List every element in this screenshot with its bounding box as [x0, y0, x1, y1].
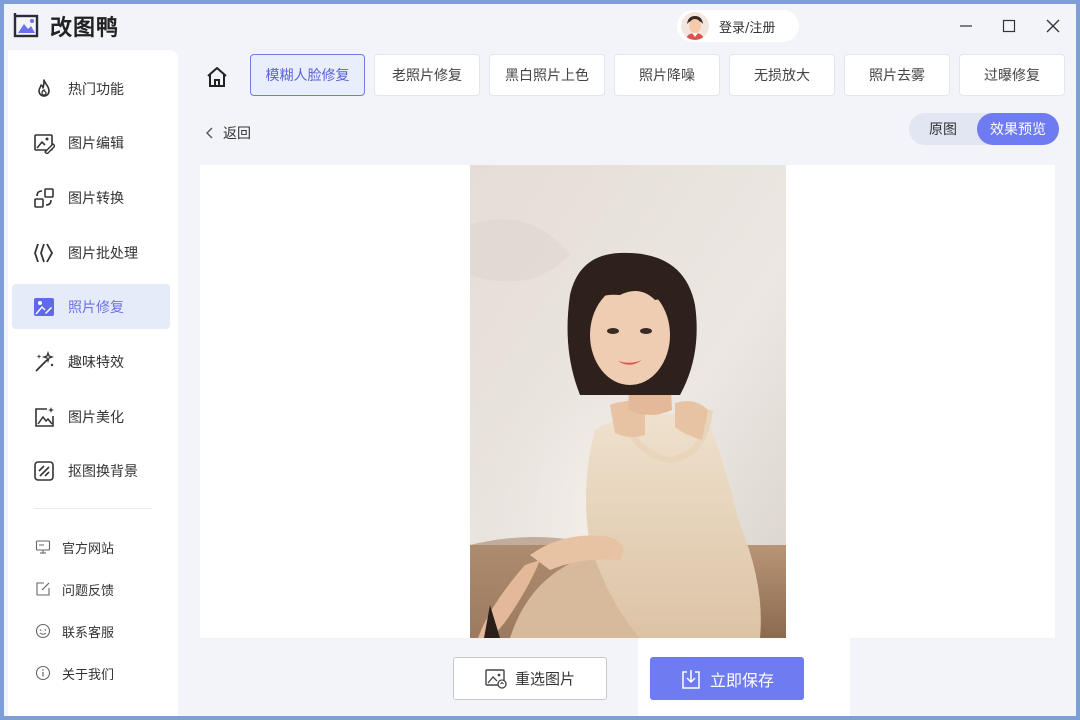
toggle-preview[interactable]: 效果预览	[977, 113, 1059, 145]
view-toggle: 原图 效果预览	[909, 113, 1059, 145]
tab-blurry-face-repair[interactable]: 模糊人脸修复	[250, 54, 365, 96]
user-avatar-icon	[681, 12, 709, 40]
download-icon	[680, 668, 702, 690]
sidebar-item-batch[interactable]: 图片批处理	[12, 230, 170, 275]
preview-canvas	[200, 165, 1055, 638]
sidebar-item-effects[interactable]: 趣味特效	[12, 339, 170, 384]
sidebar-item-label: 图片转换	[68, 190, 124, 207]
sidebar-item-label: 照片修复	[68, 299, 124, 316]
fire-icon	[32, 77, 56, 101]
home-button[interactable]	[204, 64, 230, 90]
cutout-icon	[32, 459, 56, 483]
sidebar-item-convert[interactable]: 图片转换	[12, 175, 170, 220]
sidebar-link-label: 问题反馈	[62, 583, 115, 599]
sidebar-link-feedback[interactable]: 问题反馈	[34, 577, 114, 601]
minimize-button[interactable]	[954, 14, 978, 38]
portrait-image	[470, 165, 786, 638]
tab-upscale[interactable]: 无损放大	[729, 54, 835, 96]
app-title: 改图鸭	[50, 16, 120, 41]
tab-colorize[interactable]: 黑白照片上色	[489, 54, 605, 96]
sidebar-item-image-edit[interactable]: 图片编辑	[12, 120, 170, 165]
save-label: 立即保存	[709, 670, 774, 690]
tab-dehaze[interactable]: 照片去雾	[844, 54, 950, 96]
sidebar-link-label: 官方网站	[62, 541, 115, 557]
tab-overexposure-repair[interactable]: 过曝修复	[959, 54, 1065, 96]
magic-wand-icon	[32, 350, 56, 374]
minimize-icon	[960, 25, 972, 27]
sidebar-item-label: 趣味特效	[68, 354, 124, 371]
logo-icon	[13, 13, 39, 38]
monitor-icon	[34, 538, 52, 556]
sidebar: 热门功能 图片编辑 图片转换 图片批处理 照片修复 趣味特效 图片美化 抠图换背…	[8, 50, 178, 716]
image-icon	[485, 668, 507, 689]
home-icon	[207, 67, 227, 87]
sidebar-divider	[34, 508, 152, 509]
app-logo: 改图鸭	[12, 10, 119, 42]
convert-icon	[32, 186, 56, 210]
beautify-icon	[32, 405, 56, 429]
feedback-icon	[34, 580, 52, 598]
sidebar-item-label: 图片编辑	[68, 135, 124, 152]
toggle-original[interactable]: 原图	[909, 113, 977, 145]
chevron-left-icon	[206, 127, 213, 139]
sidebar-item-cutout[interactable]: 抠图换背景	[12, 448, 170, 493]
support-icon	[34, 622, 52, 640]
sidebar-link-about[interactable]: 关于我们	[34, 661, 114, 685]
sidebar-item-label: 热门功能	[68, 81, 124, 98]
back-label: 返回	[223, 126, 251, 142]
sidebar-link-support[interactable]: 联系客服	[34, 619, 114, 643]
sidebar-link-label: 联系客服	[62, 625, 115, 641]
image-edit-icon	[32, 131, 56, 155]
sidebar-item-photo-repair[interactable]: 照片修复	[12, 284, 170, 329]
sidebar-item-hot[interactable]: 热门功能	[12, 66, 170, 111]
sidebar-item-label: 图片批处理	[68, 245, 138, 262]
login-label: 登录/注册	[719, 20, 776, 36]
batch-icon	[32, 241, 56, 265]
preview-photo	[470, 165, 786, 638]
back-button[interactable]: 返回	[205, 122, 251, 144]
sidebar-item-label: 图片美化	[68, 409, 124, 426]
sidebar-item-label: 抠图换背景	[68, 463, 138, 480]
maximize-icon	[1002, 19, 1016, 33]
login-button[interactable]: 登录/注册	[677, 10, 799, 42]
photo-repair-icon	[32, 295, 56, 319]
app-window: 改图鸭 登录/注册 热门功能 图片编辑 图片转换 图片批处理 照片修复 趣味特效…	[0, 0, 1080, 720]
reselect-image-button[interactable]: 重选图片	[453, 657, 607, 700]
sidebar-link-label: 关于我们	[62, 667, 115, 683]
maximize-button[interactable]	[997, 14, 1021, 38]
info-icon	[34, 664, 52, 682]
reselect-label: 重选图片	[514, 670, 575, 688]
tab-denoise[interactable]: 照片降噪	[614, 54, 720, 96]
save-button[interactable]: 立即保存	[650, 657, 804, 700]
avatar	[681, 12, 709, 40]
sidebar-item-beautify[interactable]: 图片美化	[12, 394, 170, 439]
close-icon	[1046, 19, 1060, 33]
tab-old-photo-repair[interactable]: 老照片修复	[374, 54, 480, 96]
sidebar-link-website[interactable]: 官方网站	[34, 535, 114, 559]
title-bar: 改图鸭 登录/注册	[4, 4, 1076, 50]
close-button[interactable]	[1041, 14, 1065, 38]
